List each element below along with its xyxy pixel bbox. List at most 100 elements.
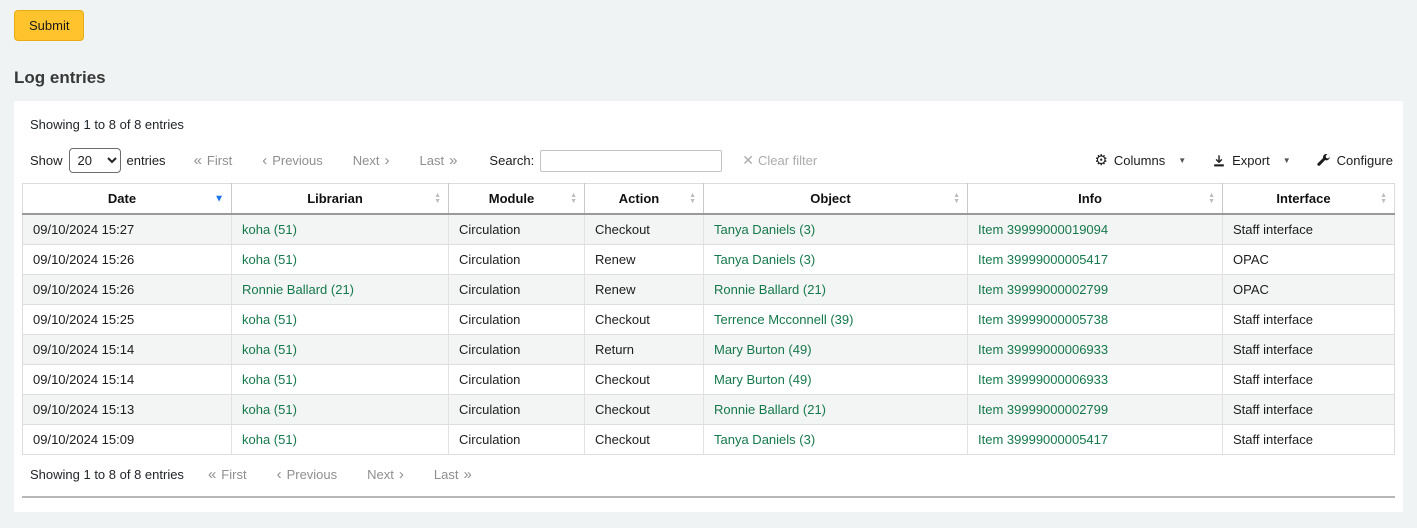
cell-link[interactable]: Mary Burton (49)	[714, 372, 812, 387]
cell-action: Checkout	[585, 305, 704, 335]
table-row: 09/10/2024 15:27koha (51)CirculationChec…	[23, 214, 1395, 245]
column-header-object[interactable]: Object▲▼	[704, 184, 968, 215]
pagination-next-button[interactable]: Next ›	[367, 467, 404, 482]
cell-object: Ronnie Ballard (21)	[704, 395, 968, 425]
search-input[interactable]	[540, 150, 722, 172]
column-header-librarian[interactable]: Librarian▲▼	[232, 184, 449, 215]
cell-info: Item 39999000006933	[968, 365, 1223, 395]
export-button[interactable]: Export ▼	[1212, 153, 1291, 168]
cell-module: Circulation	[449, 305, 585, 335]
search-label: Search:	[489, 153, 534, 168]
pagination-first-label: First	[207, 153, 232, 168]
pagination-previous-button[interactable]: ‹ Previous	[262, 153, 323, 168]
pagination-previous-button[interactable]: ‹ Previous	[277, 467, 338, 482]
pagination-top: « First ‹ Previous Next › Last »	[194, 153, 458, 168]
cell-link[interactable]: koha (51)	[242, 252, 297, 267]
page-title: Log entries	[14, 68, 1417, 88]
sort-neutral-icon: ▲▼	[1208, 193, 1215, 205]
table-row: 09/10/2024 15:26Ronnie Ballard (21)Circu…	[23, 275, 1395, 305]
cell-date: 09/10/2024 15:25	[23, 305, 232, 335]
cell-link[interactable]: Item 39999000002799	[978, 402, 1108, 417]
cell-interface: Staff interface	[1223, 395, 1395, 425]
cell-link[interactable]: koha (51)	[242, 342, 297, 357]
cell-librarian: koha (51)	[232, 425, 449, 455]
cell-link[interactable]: Tanya Daniels (3)	[714, 252, 815, 267]
cell-module: Circulation	[449, 335, 585, 365]
cell-date: 09/10/2024 15:09	[23, 425, 232, 455]
cell-info: Item 39999000005738	[968, 305, 1223, 335]
cell-action: Checkout	[585, 425, 704, 455]
column-header-info[interactable]: Info▲▼	[968, 184, 1223, 215]
cell-object: Tanya Daniels (3)	[704, 214, 968, 245]
cell-interface: Staff interface	[1223, 365, 1395, 395]
column-header-interface[interactable]: Interface▲▼	[1223, 184, 1395, 215]
pagination-first-button[interactable]: « First	[208, 467, 247, 482]
cell-interface: OPAC	[1223, 245, 1395, 275]
cell-action: Renew	[585, 245, 704, 275]
cell-object: Mary Burton (49)	[704, 335, 968, 365]
sort-neutral-icon: ▲▼	[689, 193, 696, 205]
cell-action: Checkout	[585, 365, 704, 395]
configure-button[interactable]: Configure	[1317, 153, 1393, 168]
cell-link[interactable]: Tanya Daniels (3)	[714, 432, 815, 447]
cell-info: Item 39999000005417	[968, 245, 1223, 275]
export-label: Export	[1232, 153, 1270, 168]
cell-link[interactable]: Item 39999000019094	[978, 222, 1108, 237]
cell-module: Circulation	[449, 365, 585, 395]
caret-down-icon: ▼	[1178, 156, 1186, 165]
page-length-select[interactable]: 20	[69, 148, 121, 173]
cell-action: Return	[585, 335, 704, 365]
cell-librarian: koha (51)	[232, 305, 449, 335]
cell-link[interactable]: Item 39999000006933	[978, 372, 1108, 387]
caret-down-icon: ▼	[1283, 156, 1291, 165]
submit-button[interactable]: Submit	[14, 10, 84, 41]
cell-module: Circulation	[449, 245, 585, 275]
chevron-left-icon: ‹	[262, 153, 267, 168]
cell-link[interactable]: Mary Burton (49)	[714, 342, 812, 357]
sort-descending-icon: ▼	[214, 193, 224, 204]
cell-module: Circulation	[449, 214, 585, 245]
cell-link[interactable]: Ronnie Ballard (21)	[714, 402, 826, 417]
cell-link[interactable]: Item 39999000005417	[978, 432, 1108, 447]
cell-link[interactable]: koha (51)	[242, 372, 297, 387]
chevron-double-left-icon: «	[208, 467, 216, 482]
column-header-date[interactable]: Date▼	[23, 184, 232, 215]
cell-librarian: koha (51)	[232, 335, 449, 365]
pagination-last-button[interactable]: Last »	[420, 153, 458, 168]
cell-librarian: koha (51)	[232, 365, 449, 395]
sort-neutral-icon: ▲▼	[570, 193, 577, 205]
cell-interface: Staff interface	[1223, 425, 1395, 455]
download-icon	[1212, 154, 1226, 168]
cell-link[interactable]: Item 39999000006933	[978, 342, 1108, 357]
cell-link[interactable]: Terrence Mcconnell (39)	[714, 312, 853, 327]
cell-link[interactable]: Tanya Daniels (3)	[714, 222, 815, 237]
showing-entries-text: Showing 1 to 8 of 8 entries	[30, 467, 184, 482]
cell-date: 09/10/2024 15:13	[23, 395, 232, 425]
cell-link[interactable]: Item 39999000002799	[978, 282, 1108, 297]
pagination-next-label: Next	[353, 153, 380, 168]
cell-librarian: koha (51)	[232, 395, 449, 425]
entries-label: entries	[127, 153, 166, 168]
table-header-row: Date▼Librarian▲▼Module▲▼Action▲▼Object▲▼…	[23, 184, 1395, 215]
cell-link[interactable]: koha (51)	[242, 432, 297, 447]
column-header-action[interactable]: Action▲▼	[585, 184, 704, 215]
cell-info: Item 39999000006933	[968, 335, 1223, 365]
pagination-next-button[interactable]: Next ›	[353, 153, 390, 168]
cell-link[interactable]: koha (51)	[242, 312, 297, 327]
columns-button[interactable]: ⚙ Columns ▼	[1094, 153, 1186, 168]
cell-link[interactable]: koha (51)	[242, 402, 297, 417]
cell-link[interactable]: Item 39999000005417	[978, 252, 1108, 267]
cell-link[interactable]: koha (51)	[242, 222, 297, 237]
cell-link[interactable]: Ronnie Ballard (21)	[242, 282, 354, 297]
cell-module: Circulation	[449, 395, 585, 425]
clear-filter-button[interactable]: ✕ Clear filter	[742, 152, 817, 169]
cell-info: Item 39999000002799	[968, 395, 1223, 425]
pagination-first-button[interactable]: « First	[194, 153, 233, 168]
pagination-last-button[interactable]: Last »	[434, 467, 472, 482]
cell-link[interactable]: Item 39999000005738	[978, 312, 1108, 327]
log-entries-table: Date▼Librarian▲▼Module▲▼Action▲▼Object▲▼…	[22, 183, 1395, 455]
column-header-module[interactable]: Module▲▼	[449, 184, 585, 215]
table-row: 09/10/2024 15:13koha (51)CirculationChec…	[23, 395, 1395, 425]
cell-link[interactable]: Ronnie Ballard (21)	[714, 282, 826, 297]
cell-object: Tanya Daniels (3)	[704, 245, 968, 275]
